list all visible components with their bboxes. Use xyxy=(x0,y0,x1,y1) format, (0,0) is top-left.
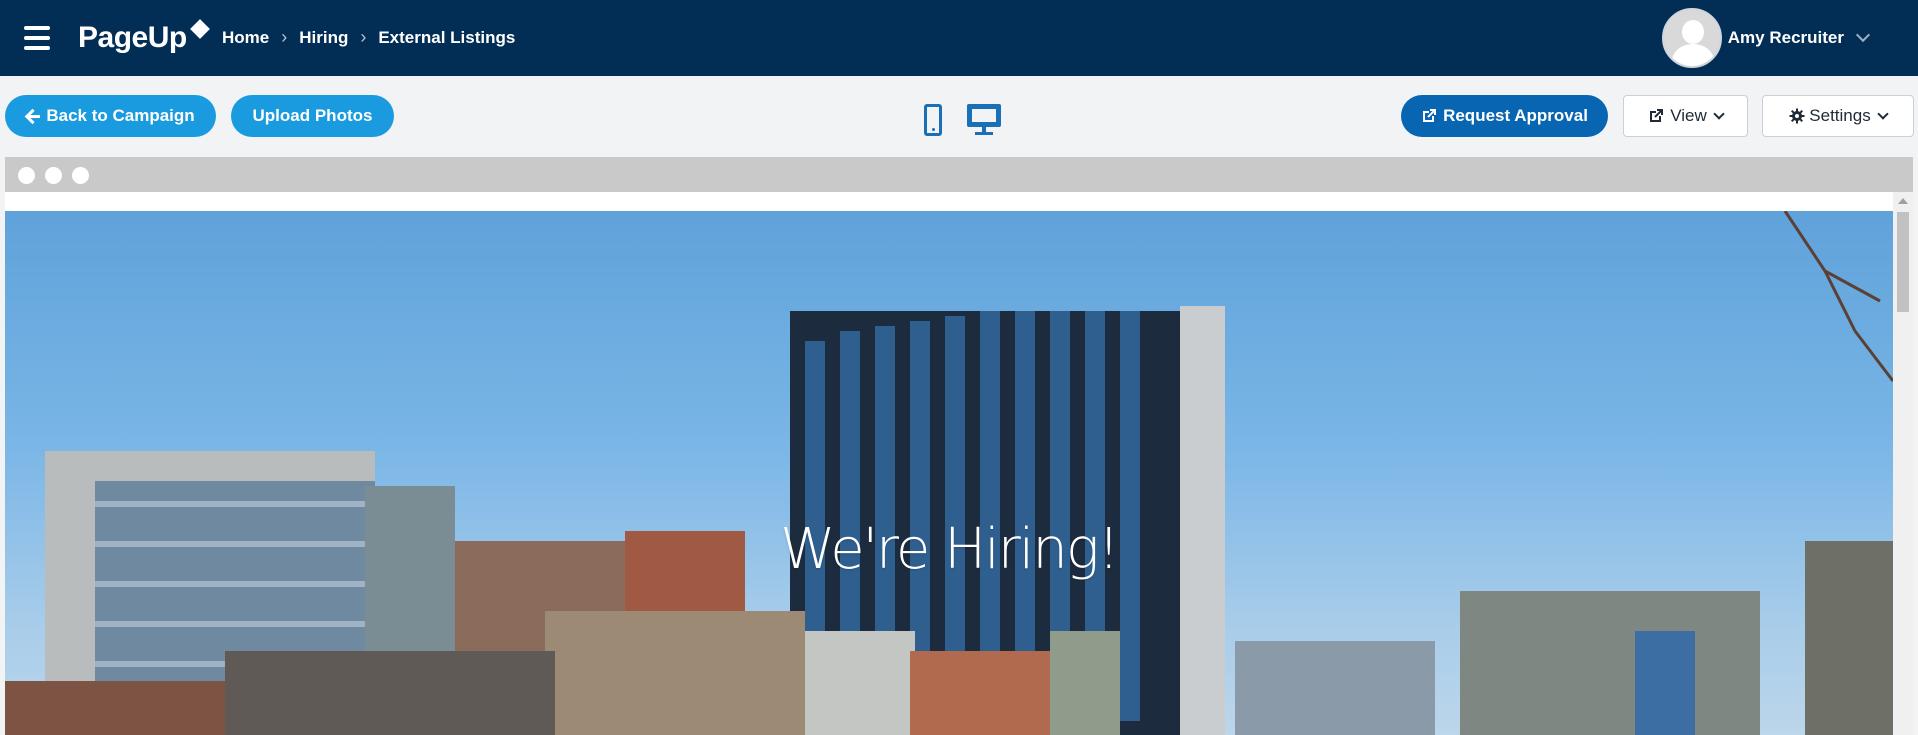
city-skyline-illustration xyxy=(5,211,1893,735)
hero-banner-image: We're Hiring! xyxy=(5,211,1893,735)
back-to-campaign-button[interactable]: Back to Campaign xyxy=(5,95,216,137)
breadcrumb-external-listings: External Listings xyxy=(378,27,516,47)
breadcrumb: Home › Hiring › External Listings xyxy=(222,27,515,48)
breadcrumb-separator-icon: › xyxy=(360,27,367,47)
settings-label: Settings xyxy=(1809,106,1871,125)
external-link-icon xyxy=(1650,109,1664,122)
upload-photos-label: Upload Photos xyxy=(252,106,373,125)
scroll-up-arrow-icon[interactable] xyxy=(1898,198,1908,204)
mobile-phone-icon[interactable] xyxy=(924,104,942,136)
view-label: View xyxy=(1670,106,1707,125)
arrow-left-icon xyxy=(26,109,41,123)
breadcrumb-home[interactable]: Home xyxy=(222,28,269,48)
window-dot-icon xyxy=(72,167,89,184)
request-approval-button[interactable]: Request Approval xyxy=(1401,95,1608,137)
window-dot-icon xyxy=(18,167,35,184)
avatar xyxy=(1661,8,1722,68)
external-link-icon xyxy=(1423,109,1437,122)
hero-title: We're Hiring! xyxy=(780,517,1120,582)
breadcrumb-hiring[interactable]: Hiring xyxy=(299,28,348,48)
listing-preview: We're Hiring! xyxy=(5,192,1913,735)
breadcrumb-separator-icon: › xyxy=(281,27,288,47)
logo-text: PageUp xyxy=(78,21,187,54)
hamburger-menu-icon[interactable] xyxy=(24,26,50,50)
desktop-monitor-icon[interactable] xyxy=(967,104,1001,136)
logo-diamond-icon xyxy=(189,19,210,39)
top-nav-bar: PageUp Home › Hiring › External Listings… xyxy=(0,0,1918,76)
settings-dropdown-button[interactable]: Settings xyxy=(1762,95,1914,137)
chevron-down-icon xyxy=(1855,27,1871,43)
back-to-campaign-label: Back to Campaign xyxy=(46,106,195,125)
gear-icon xyxy=(1789,108,1805,124)
preview-scrollbar[interactable] xyxy=(1893,192,1913,735)
window-dot-icon xyxy=(45,167,62,184)
chevron-down-icon xyxy=(1877,108,1889,120)
scroll-thumb[interactable] xyxy=(1897,212,1909,312)
preview-browser-chrome xyxy=(5,157,1913,192)
pageup-logo[interactable]: PageUp xyxy=(78,18,210,58)
view-dropdown-button[interactable]: View xyxy=(1623,95,1748,137)
request-approval-label: Request Approval xyxy=(1443,106,1588,125)
user-menu[interactable]: Amy Recruiter xyxy=(1661,8,1871,68)
chevron-down-icon xyxy=(1713,108,1725,120)
user-name: Amy Recruiter xyxy=(1727,28,1844,47)
upload-photos-button[interactable]: Upload Photos xyxy=(231,95,394,137)
